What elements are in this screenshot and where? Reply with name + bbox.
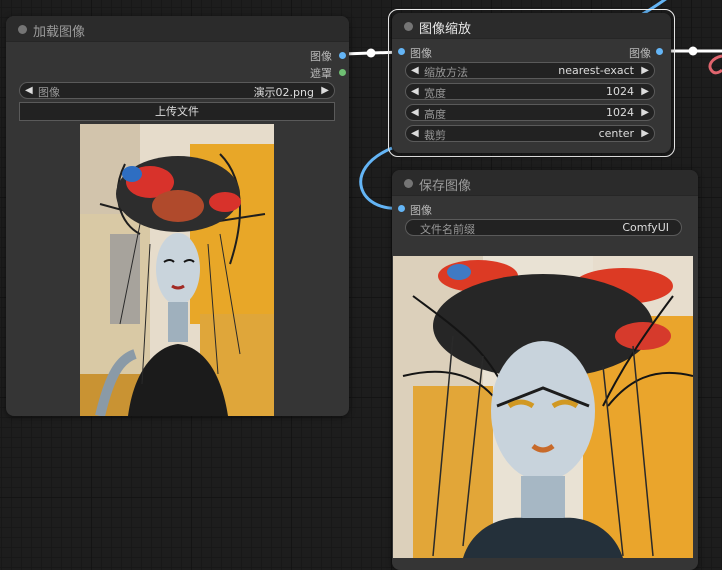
input-image-label: 图像	[410, 47, 432, 60]
height-widget[interactable]: ◀ 高度 1024 ▶	[405, 104, 655, 121]
portrait-artwork-output	[393, 256, 693, 558]
width-value: 1024	[606, 85, 634, 98]
save-image-title-bar[interactable]: 保存图像	[392, 170, 698, 196]
output-mask-port[interactable]	[339, 69, 346, 76]
arrow-right-icon[interactable]: ▶	[641, 105, 649, 120]
arrow-left-icon[interactable]: ◀	[411, 63, 419, 78]
filename-prefix-value: ComfyUI	[622, 221, 669, 234]
output-image-port[interactable]	[339, 52, 346, 59]
node-status-dot[interactable]	[404, 179, 413, 188]
portrait-artwork-preview	[80, 124, 274, 416]
arrow-left-icon[interactable]: ◀	[25, 83, 33, 98]
arrow-left-icon[interactable]: ◀	[411, 84, 419, 99]
arrow-left-icon[interactable]: ◀	[411, 126, 419, 141]
crop-widget[interactable]: ◀ 裁剪 center ▶	[405, 125, 655, 142]
link-midpoint	[366, 48, 376, 58]
image-scale-title: 图像缩放	[419, 22, 472, 37]
upscale-method-widget[interactable]: ◀ 缩放方法 nearest-exact ▶	[405, 62, 655, 79]
image-scale-node[interactable]: 图像缩放 图像 图像 ◀ 缩放方法 nearest-exact ▶ ◀ 宽度 1…	[392, 13, 671, 153]
output-image-preview	[393, 256, 693, 558]
arrow-right-icon[interactable]: ▶	[641, 63, 649, 78]
crop-value: center	[598, 127, 634, 140]
image-scale-title-bar[interactable]: 图像缩放	[392, 13, 671, 39]
output-image-label: 图像	[629, 47, 651, 60]
image-select-widget[interactable]: ◀ 图像 演示02.png ▶	[19, 82, 335, 99]
input-image-port[interactable]	[398, 205, 405, 212]
load-image-title-bar[interactable]: 加载图像	[6, 16, 349, 42]
image-select-value: 演示02.png	[253, 86, 314, 99]
load-image-title: 加载图像	[33, 25, 86, 40]
arrow-left-icon[interactable]: ◀	[411, 105, 419, 120]
width-widget[interactable]: ◀ 宽度 1024 ▶	[405, 83, 655, 100]
output-mask-label: 遮罩	[310, 67, 332, 80]
filename-prefix-label: 文件名前缀	[420, 223, 475, 236]
image-select-label: 图像	[38, 86, 60, 99]
link-red-right	[708, 54, 722, 75]
node-status-dot[interactable]	[404, 22, 413, 31]
output-image-port[interactable]	[656, 48, 663, 55]
width-label: 宽度	[424, 87, 446, 100]
height-label: 高度	[424, 108, 446, 121]
upscale-method-value: nearest-exact	[558, 64, 634, 77]
arrow-right-icon[interactable]: ▶	[641, 126, 649, 141]
upscale-method-label: 缩放方法	[424, 66, 468, 79]
output-image-label: 图像	[310, 50, 332, 63]
arrow-right-icon[interactable]: ▶	[641, 84, 649, 99]
link-midpoint-right	[688, 46, 698, 56]
save-image-title: 保存图像	[419, 179, 472, 194]
image-preview	[80, 124, 274, 416]
crop-label: 裁剪	[424, 129, 446, 142]
load-image-node[interactable]: 加载图像 图像 遮罩 ◀ 图像 演示02.png ▶ 上传文件	[6, 16, 349, 416]
filename-prefix-widget[interactable]: 文件名前缀 ComfyUI	[405, 219, 682, 236]
node-status-dot[interactable]	[18, 25, 27, 34]
height-value: 1024	[606, 106, 634, 119]
save-image-node[interactable]: 保存图像 图像 文件名前缀 ComfyUI	[392, 170, 698, 570]
upload-file-button[interactable]: 上传文件	[19, 102, 335, 121]
input-image-label: 图像	[410, 204, 432, 217]
input-image-port[interactable]	[398, 48, 405, 55]
arrow-right-icon[interactable]: ▶	[321, 83, 329, 98]
